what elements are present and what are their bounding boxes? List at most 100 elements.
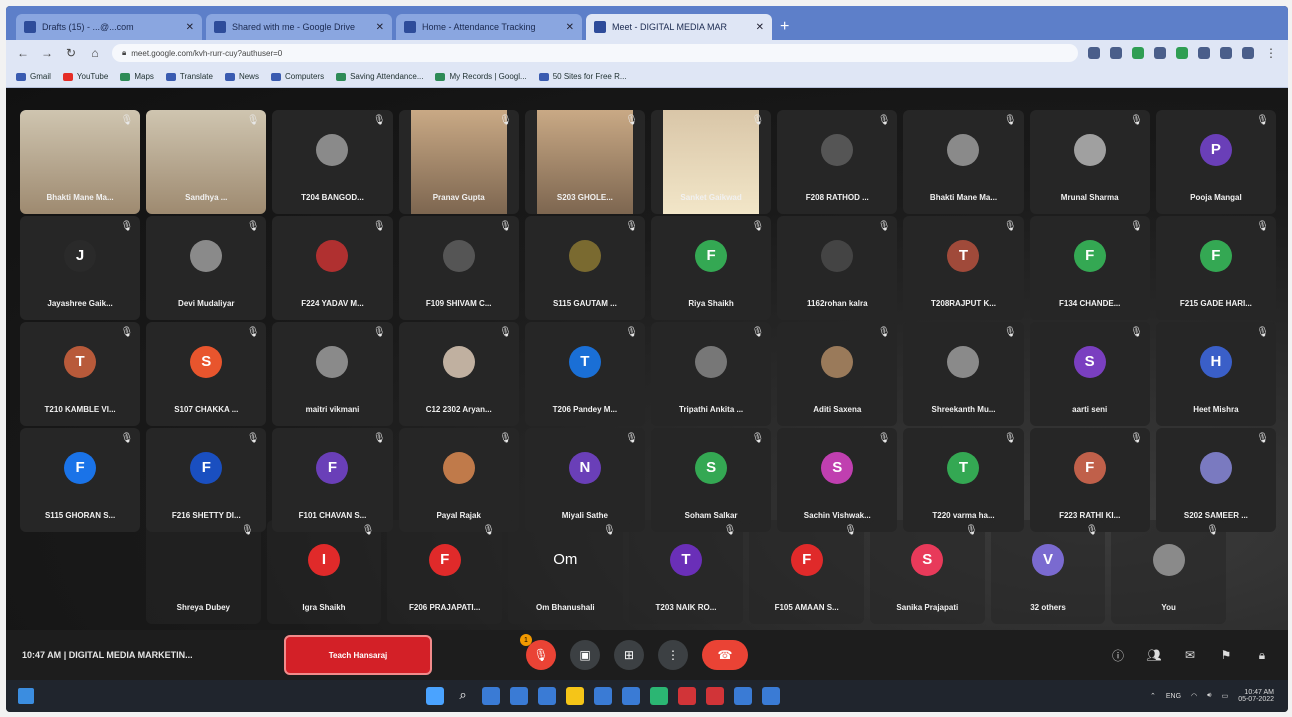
participant-tile[interactable]: Om 🎙︎ Om Bhanushali (507, 520, 623, 624)
close-tab-icon[interactable]: ✕ (186, 22, 194, 33)
chat-icon[interactable]: ✉︎ (1180, 645, 1200, 665)
bookmark-maps[interactable]: Maps (120, 72, 154, 81)
participant-tile[interactable]: T 🎙︎ T203 NAIK RO... (628, 520, 744, 624)
participant-tile[interactable]: T 🎙︎ T220 varma ha... (903, 428, 1024, 532)
participant-tile[interactable]: 🎙︎ Shreekanth Mu... (903, 322, 1024, 426)
kebab-menu-icon[interactable]: ⋮ (1264, 46, 1278, 60)
participant-tile[interactable]: 🎙︎ T204 BANGOD... (272, 110, 393, 214)
close-tab-icon[interactable]: ✕ (376, 22, 384, 33)
present-button[interactable]: ⊞ (614, 640, 644, 670)
participant-tile[interactable]: 🎙︎ Shreya Dubey (146, 520, 261, 624)
bookmark-gmail[interactable]: Gmail (16, 72, 51, 81)
participant-tile[interactable]: H 🎙︎ Heet Mishra (1155, 322, 1276, 426)
extension-icon[interactable] (1154, 47, 1166, 59)
extension-icon[interactable] (1132, 47, 1144, 59)
browser-tab-meet[interactable]: Meet - DIGITAL MEDIA MAR ✕ (586, 14, 772, 40)
browser-tab-3[interactable]: Home - Attendance Tracking ✕ (396, 14, 582, 40)
participant-tile[interactable]: S 🎙︎ Sachin Vishwak... (777, 428, 898, 532)
photos-icon[interactable] (762, 687, 780, 705)
participant-tile[interactable]: 🎙︎ 1162rohan kalra (777, 216, 898, 320)
people-icon[interactable]: 👥︎ (1144, 645, 1164, 665)
participant-tile[interactable]: F 🎙︎ Riya Shaikh (650, 216, 772, 320)
participant-tile[interactable]: V 🎙︎ 32 others (990, 520, 1106, 624)
activities-icon[interactable]: ⚑ (1216, 645, 1236, 665)
info-icon[interactable]: ⓘ (1108, 645, 1128, 665)
close-tab-icon[interactable]: ✕ (756, 22, 764, 33)
bookmark-computers[interactable]: Computers (270, 72, 324, 81)
battery-icon[interactable]: ▭ (1222, 692, 1229, 700)
chevron-up-icon[interactable]: ⌃ (1150, 692, 1156, 700)
participant-tile[interactable]: F 🎙︎ F215 GADE HARI... (1155, 216, 1276, 320)
participant-tile[interactable]: F 🎙︎ S115 GHORAN S... (20, 428, 141, 532)
participant-tile[interactable]: F 🎙︎ F134 CHANDE... (1029, 216, 1150, 320)
home-icon[interactable]: ⌂ (88, 46, 102, 60)
wifi-icon[interactable]: ◠ (1191, 692, 1197, 700)
close-tab-icon[interactable]: ✕ (566, 22, 574, 33)
back-icon[interactable]: ← (16, 46, 30, 60)
participant-tile[interactable]: 🎙︎ Pranav Gupta (398, 110, 519, 214)
volume-icon[interactable]: 🔊︎ (1207, 692, 1211, 700)
mic-off-button[interactable]: 1 🎙︎ (520, 634, 556, 670)
edge-icon[interactable] (538, 687, 556, 705)
new-tab-button[interactable]: + (780, 18, 789, 36)
captions-button[interactable]: ▣ (570, 640, 600, 670)
bookmark-my-records[interactable]: My Records | Googl... (435, 72, 527, 81)
participant-tile[interactable]: F 🎙︎ F216 SHETTY DI... (146, 428, 267, 532)
participant-tile[interactable]: F 🎙︎ F101 CHAVAN S... (272, 428, 393, 532)
bookmark-news[interactable]: News (224, 72, 259, 81)
participant-tile[interactable]: S 🎙︎ Sanika Prajapati (869, 520, 985, 624)
participant-tile[interactable]: 🎙︎ Sanket Gaikwad (650, 110, 772, 214)
bookmark-translate[interactable]: Translate (165, 72, 213, 81)
bookmark-saving-attendance[interactable]: Saving Attendance... (336, 72, 423, 81)
host-controls-icon[interactable]: 🔒︎ (1252, 645, 1272, 665)
share-icon[interactable] (1088, 47, 1100, 59)
mail-icon[interactable] (622, 687, 640, 705)
task-view-icon[interactable] (482, 687, 500, 705)
participant-tile[interactable]: T 🎙︎ T210 KAMBLE VI... (20, 322, 141, 426)
widgets-icon[interactable] (510, 687, 528, 705)
chrome-icon[interactable] (678, 687, 696, 705)
participant-tile[interactable]: F 🎙︎ F206 PRAJAPATI... (387, 520, 502, 624)
participant-tile[interactable]: 🎙︎ Devi Mudaliyar (146, 216, 267, 320)
presenting-banner[interactable]: Teach Hansaraj (284, 635, 432, 675)
participant-tile[interactable]: S 🎙︎ S107 CHAKKA ... (146, 322, 267, 426)
tray-clock[interactable]: 10:47 AM 05-07-2022 (1238, 689, 1274, 703)
app-icon[interactable] (650, 687, 668, 705)
participant-tile[interactable]: F 🎙︎ F105 AMAAN S... (749, 520, 864, 624)
bookmark-youtube[interactable]: YouTube (62, 72, 108, 81)
participant-tile[interactable]: 🎙︎ F208 RATHOD ... (777, 110, 898, 214)
extension-icon[interactable] (1176, 47, 1188, 59)
participant-tile[interactable]: S 🎙︎ aarti seni (1029, 322, 1150, 426)
browser-tab-1[interactable]: Drafts (15) - ...@...com ✕ (16, 14, 202, 40)
participant-tile[interactable]: 🎙︎ Bhakti Mane Ma... (20, 110, 141, 214)
file-explorer-icon[interactable] (566, 687, 584, 705)
forward-icon[interactable]: → (40, 46, 54, 60)
media-player-icon[interactable] (734, 687, 752, 705)
search-icon[interactable]: ⌕ (454, 687, 472, 705)
participant-tile[interactable]: 🎙︎ maitri vikmani (272, 322, 393, 426)
participant-tile[interactable]: S 🎙︎ Soham Salkar (650, 428, 772, 532)
more-options-button[interactable]: ⋮ (658, 640, 688, 670)
participant-tile[interactable]: 🎙︎ Bhakti Mane Ma... (903, 110, 1024, 214)
participant-tile[interactable]: 🎙︎ S115 GAUTAM ... (524, 216, 645, 320)
store-icon[interactable] (594, 687, 612, 705)
participant-tile[interactable]: T 🎙︎ T206 Pandey M... (524, 322, 645, 426)
participant-tile[interactable]: J 🎙︎ Jayashree Gaik... (20, 216, 141, 320)
participant-tile[interactable]: I 🎙︎ Igra Shaikh (266, 520, 382, 624)
browser-tab-2[interactable]: Shared with me - Google Drive ✕ (206, 14, 392, 40)
reload-icon[interactable]: ↻ (64, 46, 78, 60)
profile-icon[interactable] (1242, 47, 1254, 59)
language-indicator[interactable]: ENG (1166, 693, 1181, 700)
participant-tile[interactable]: 🎙︎ Payal Rajak (398, 428, 519, 532)
participant-tile[interactable]: 🎙︎ Tripathi Ankita ... (650, 322, 772, 426)
participant-tile[interactable]: N 🎙︎ Miyali Sathe (524, 428, 645, 532)
participant-tile[interactable]: 🎙︎ Aditi Saxena (777, 322, 898, 426)
participant-tile[interactable]: 🎙︎ S203 GHOLE... (524, 110, 645, 214)
participant-tile[interactable]: 🎙︎ S202 SAMEER ... (1155, 428, 1276, 532)
end-call-button[interactable]: ☎︎ (702, 640, 748, 670)
sidebar-icon[interactable] (1220, 47, 1232, 59)
participant-tile[interactable]: T 🎙︎ T208RAJPUT K... (903, 216, 1024, 320)
bookmark-50-sites[interactable]: 50 Sites for Free R... (538, 72, 627, 81)
participant-tile[interactable]: 🎙︎ Sandhya ... (146, 110, 267, 214)
participant-tile[interactable]: 🎙︎ F109 SHIVAM C... (398, 216, 519, 320)
